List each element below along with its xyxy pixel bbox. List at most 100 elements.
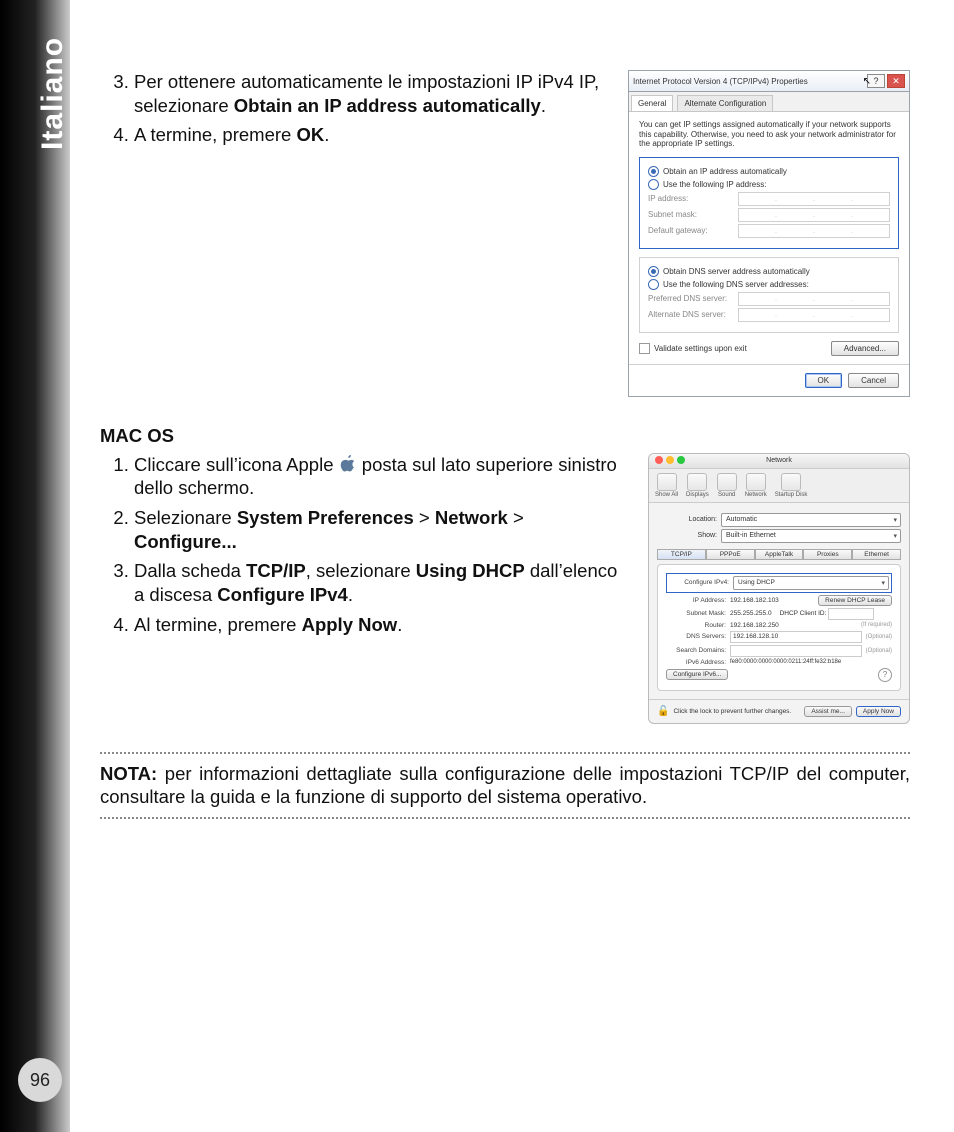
dns-input[interactable]: 192.168.128.10 xyxy=(730,631,862,643)
mask-label: Subnet mask: xyxy=(648,210,738,219)
renew-lease-button[interactable]: Renew DHCP Lease xyxy=(818,595,892,606)
mac2-pre: Selezionare xyxy=(134,507,237,528)
radio-use-ip[interactable]: Use the following IP address: xyxy=(648,179,890,190)
router-label: Router: xyxy=(666,622,726,629)
dns-group: Obtain DNS server address automatically … xyxy=(639,257,899,333)
win-description: You can get IP settings assigned automat… xyxy=(639,120,899,149)
mac1-pre: Cliccare sull’icona Apple xyxy=(134,454,339,475)
dns1-label: Preferred DNS server: xyxy=(648,294,738,303)
apply-now-button[interactable]: Apply Now xyxy=(856,706,901,717)
tab-pppoe[interactable]: PPPoE xyxy=(706,549,755,560)
help-icon[interactable]: ? xyxy=(878,668,892,682)
zoom-icon xyxy=(677,456,685,464)
dhcp-client-input[interactable] xyxy=(828,608,874,620)
windows-ipv4-dialog: Internet Protocol Version 4 (TCP/IPv4) P… xyxy=(628,70,910,397)
mac2-b1: System Preferences xyxy=(237,507,414,528)
tab-ethernet[interactable]: Ethernet xyxy=(852,549,901,560)
mac2-m2: > xyxy=(508,507,524,528)
radio-obtain-dns[interactable]: Obtain DNS server address automatically xyxy=(648,266,890,277)
step4-pre: A termine, premere xyxy=(134,124,296,145)
page-content: Per ottenere automaticamente le impostaz… xyxy=(100,70,910,827)
divider xyxy=(100,752,910,754)
mac3-m1: , selezionare xyxy=(306,560,416,581)
subnet-label: Subnet Mask: xyxy=(666,610,726,617)
dns-label: DNS Servers: xyxy=(666,633,726,640)
cancel-button[interactable]: Cancel xyxy=(848,373,899,388)
advanced-button[interactable]: Advanced... xyxy=(831,341,899,356)
close-icon xyxy=(655,456,663,464)
ipv6-label: IPv6 Address: xyxy=(666,659,726,666)
win-tabs: General Alternate Configuration xyxy=(629,92,909,112)
tab-appletalk[interactable]: AppleTalk xyxy=(755,549,804,560)
cursor-icon: ↖ xyxy=(863,76,871,87)
show-label: Show: xyxy=(657,532,717,539)
divider xyxy=(100,817,910,819)
location-label: Location: xyxy=(657,516,717,523)
dns2-label: Alternate DNS server: xyxy=(648,310,738,319)
mac-tcpip-panel: Configure IPv4: Using DHCP IP Address: 1… xyxy=(657,564,901,691)
configure-ipv4-label: Configure IPv4: xyxy=(669,579,729,586)
dhcp-client-label: DHCP Client ID: xyxy=(780,610,827,617)
radio-use-ip-label: Use the following IP address: xyxy=(663,180,766,189)
step4-bold: OK xyxy=(296,124,324,145)
tab-general[interactable]: General xyxy=(631,95,673,111)
configure-ipv6-button[interactable]: Configure IPv6... xyxy=(666,669,728,680)
radio-obtain-ip[interactable]: Obtain an IP address automatically xyxy=(648,166,890,177)
show-select[interactable]: Built-in Ethernet xyxy=(721,529,901,543)
step3-post: . xyxy=(541,95,546,116)
subnet-value: 255.255.255.0 xyxy=(730,610,772,617)
close-icon[interactable]: ✕ xyxy=(887,74,905,88)
radio-use-dns[interactable]: Use the following DNS server addresses: xyxy=(648,279,890,290)
gateway-input[interactable]: ... xyxy=(738,224,890,238)
tab-tcpip[interactable]: TCP/IP xyxy=(657,549,706,560)
mac-title-text: Network xyxy=(766,457,792,464)
dns2-input[interactable]: ... xyxy=(738,308,890,322)
search-domains-input[interactable] xyxy=(730,645,862,657)
ipv6-value: fe80:0000:0000:0000:0211:24ff:fe32:b18e xyxy=(730,659,841,665)
mac-step-4: Al termine, premere Apply Now. xyxy=(134,613,628,637)
radio-icon xyxy=(648,279,659,290)
ip-address-label: IP Address: xyxy=(666,597,726,604)
if-required-hint: (If required) xyxy=(861,622,892,628)
ip-address-value: 192.168.182.103 xyxy=(730,597,779,604)
tb-sound[interactable]: Sound xyxy=(717,473,737,498)
radio-icon xyxy=(648,266,659,277)
tb-displays[interactable]: Displays xyxy=(686,473,709,498)
ip-input[interactable]: ... xyxy=(738,192,890,206)
startup-icon xyxy=(781,473,801,491)
location-select[interactable]: Automatic xyxy=(721,513,901,527)
assist-button[interactable]: Assist me... xyxy=(804,706,852,717)
mac-footer: 🔓 Click the lock to prevent further chan… xyxy=(649,699,909,723)
page-number: 96 xyxy=(18,1058,62,1102)
mac4-post: . xyxy=(397,614,402,635)
gateway-label: Default gateway: xyxy=(648,226,738,235)
configure-ipv4-select[interactable]: Using DHCP xyxy=(733,576,889,590)
mac-step-1: Cliccare sull’icona Apple posta sul lato… xyxy=(134,453,628,500)
mac-step-2: Selezionare System Preferences > Network… xyxy=(134,506,628,553)
mask-input[interactable]: ... xyxy=(738,208,890,222)
tab-alternate[interactable]: Alternate Configuration xyxy=(677,95,773,111)
apple-logo-icon xyxy=(339,455,357,473)
mac2-b2: Network xyxy=(435,507,508,528)
section-macos: Cliccare sull’icona Apple posta sul lato… xyxy=(100,453,910,724)
radio-icon xyxy=(648,166,659,177)
tab-proxies[interactable]: Proxies xyxy=(803,549,852,560)
mac-traffic-lights[interactable] xyxy=(655,456,685,464)
language-label: Italiano xyxy=(36,37,70,150)
tb-showall[interactable]: Show All xyxy=(655,473,678,498)
tb-network[interactable]: Network xyxy=(745,473,767,498)
mac-toolbar: Show All Displays Sound Network Startup … xyxy=(649,469,909,503)
note-label: NOTA: xyxy=(100,763,157,784)
search-domains-label: Search Domains: xyxy=(666,647,726,654)
checkbox-icon xyxy=(639,343,650,354)
lock-icon[interactable]: 🔓 xyxy=(657,706,669,717)
mac-tabs: TCP/IP PPPoE AppleTalk Proxies Ethernet xyxy=(657,549,901,560)
tb-startup[interactable]: Startup Disk xyxy=(775,473,808,498)
sound-icon xyxy=(717,473,737,491)
ok-button[interactable]: OK xyxy=(805,373,843,388)
macos-heading: MAC OS xyxy=(100,425,910,447)
mac3-b3: Configure IPv4 xyxy=(217,584,348,605)
grid-icon xyxy=(657,473,677,491)
validate-row[interactable]: Validate settings upon exit Advanced... xyxy=(639,341,899,356)
dns1-input[interactable]: ... xyxy=(738,292,890,306)
